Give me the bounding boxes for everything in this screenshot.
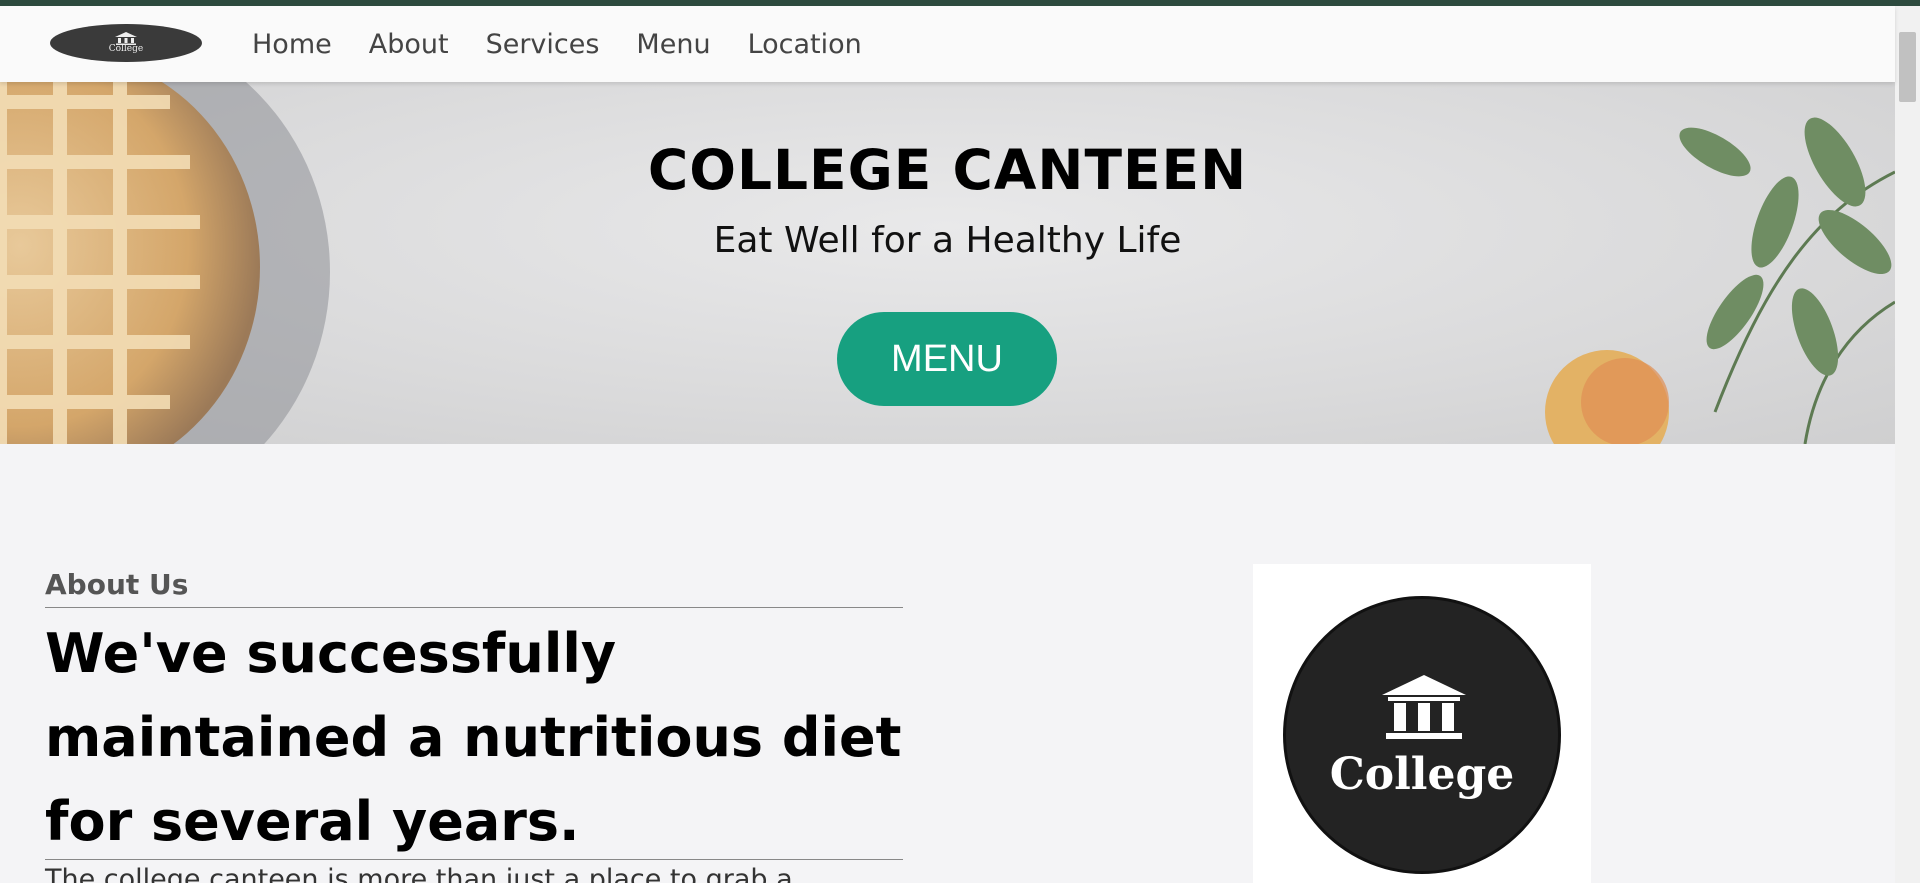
about-label: About Us [45, 568, 189, 601]
page-scrollbar[interactable] [1895, 6, 1920, 883]
college-logo-text: College [1329, 749, 1515, 800]
leaves-image [1545, 117, 1895, 444]
college-logo-card: College [1253, 564, 1591, 883]
building-icon [1382, 675, 1466, 739]
nav-link-services[interactable]: Services [486, 29, 600, 60]
site-logo[interactable]: College [50, 24, 202, 62]
hero-banner: COLLEGE CANTEEN Eat Well for a Healthy L… [0, 82, 1895, 444]
menu-button[interactable]: MENU [837, 312, 1057, 406]
hero-title: COLLEGE CANTEEN [647, 138, 1248, 202]
nav-links: Home About Services Menu Location [252, 6, 899, 82]
hero-subtitle: Eat Well for a Healthy Life [713, 220, 1182, 261]
nav-link-home[interactable]: Home [252, 29, 332, 60]
pie-image [0, 82, 330, 444]
top-border [0, 0, 1920, 6]
about-divider-top [45, 607, 903, 608]
college-logo: College [1283, 596, 1561, 874]
nav-link-location[interactable]: Location [748, 29, 862, 60]
logo-text: College [108, 44, 144, 54]
about-divider-bottom [45, 859, 903, 860]
about-text: The college canteen is more than just a … [45, 864, 793, 883]
scrollbar-thumb[interactable] [1899, 32, 1916, 102]
about-heading: We've successfully maintained a nutritio… [45, 622, 902, 853]
navbar: College Home About Services Menu Locatio… [0, 6, 1895, 82]
nav-link-menu[interactable]: Menu [636, 29, 710, 60]
nav-link-about[interactable]: About [369, 29, 449, 60]
building-icon [115, 32, 137, 45]
